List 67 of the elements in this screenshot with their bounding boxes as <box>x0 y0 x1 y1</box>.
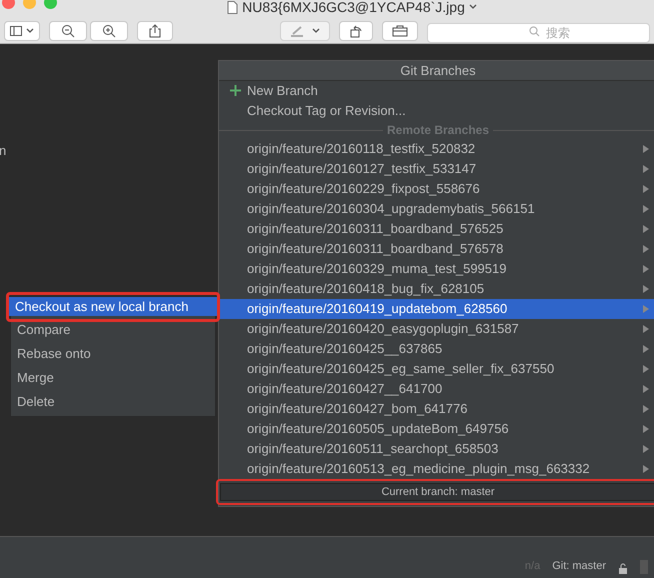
menu-item[interactable]: Delete <box>11 392 215 411</box>
branch-item[interactable]: origin/feature/20160419_updatebom_628560 <box>219 299 654 319</box>
branch-item[interactable]: origin/feature/20160513_eg_medicine_plugin_msg_663332 <box>219 459 654 479</box>
branch-item[interactable]: origin/feature/20160329_muma_test_599519 <box>219 259 654 279</box>
chevron-icon <box>312 28 320 34</box>
branch-item[interactable]: origin/feature/20160304_upgrademybatis_566151 <box>219 199 654 219</box>
sidebar-button[interactable] <box>4 21 40 41</box>
submenu-arrow-icon <box>643 445 649 453</box>
submenu-arrow-icon <box>643 185 649 193</box>
sidebar-icon <box>10 26 22 36</box>
branch-item[interactable]: origin/feature/20160229_fixpost_558676 <box>219 179 654 199</box>
menu-item[interactable]: Rebase onto <box>11 344 215 363</box>
submenu-arrow-icon <box>643 405 649 413</box>
branch-item[interactable]: origin/feature/20160118_testfix_520832 <box>219 139 654 159</box>
zoom-out-button[interactable] <box>49 21 87 41</box>
menu-item[interactable]: Merge <box>11 368 215 387</box>
popup-title: Git Branches <box>219 61 654 81</box>
editor-text: n <box>0 142 6 160</box>
share-button[interactable] <box>137 21 173 41</box>
submenu-arrow-icon <box>643 165 649 173</box>
submenu-arrow-icon <box>643 465 649 473</box>
pen-icon <box>290 25 304 37</box>
branch-item[interactable]: origin/feature/20160127_testfix_533147 <box>219 159 654 179</box>
toolbox-icon <box>392 25 408 37</box>
submenu-arrow-icon <box>643 365 649 373</box>
branch-item[interactable]: origin/feature/20160420_easygoplugin_631587 <box>219 319 654 339</box>
zoom-out-icon <box>61 24 75 38</box>
branch-item[interactable]: origin/feature/20160311_boardband_576578 <box>219 239 654 259</box>
branch-item[interactable]: origin/feature/20160511_searchopt_658503 <box>219 439 654 459</box>
branch-item[interactable]: origin/feature/20160427_bom_641776 <box>219 399 654 419</box>
lock-icon[interactable] <box>618 563 628 574</box>
submenu-arrow-icon <box>643 265 649 273</box>
menu-item[interactable]: Checkout as new local branch <box>9 297 217 316</box>
status-item[interactable]: Git: master <box>552 558 606 574</box>
submenu-arrow-icon <box>643 345 649 353</box>
submenu-arrow-icon <box>643 145 649 153</box>
branch-item[interactable]: origin/feature/20160425__637865 <box>219 339 654 359</box>
branch-item[interactable]: origin/feature/20160311_boardband_576525 <box>219 219 654 239</box>
share-icon <box>149 24 161 38</box>
zoom-in-button[interactable] <box>90 21 128 41</box>
branch-item[interactable]: origin/feature/20160425_eg_same_seller_fix_637550 <box>219 359 654 379</box>
search-icon <box>529 26 540 37</box>
zoom-in-icon <box>102 24 116 38</box>
submenu-arrow-icon <box>643 425 649 433</box>
submenu-arrow-icon <box>643 225 649 233</box>
search-field[interactable]: 搜索 <box>427 23 650 43</box>
window-title: NU83{6MXJ6GC3@1YCAP48`J.jpg <box>242 0 465 17</box>
branch-item[interactable]: origin/feature/20160505_updateBom_649756 <box>219 419 654 439</box>
menu-item[interactable]: Compare <box>11 320 215 339</box>
plus-icon <box>230 85 241 96</box>
submenu-arrow-icon <box>643 305 649 313</box>
submenu-arrow-icon <box>643 385 649 393</box>
toolbox-button[interactable] <box>382 21 418 41</box>
menu-item[interactable]: Checkout Tag or Revision... <box>219 101 654 121</box>
submenu-arrow-icon <box>643 205 649 213</box>
submenu-arrow-icon <box>643 325 649 333</box>
rotate-icon <box>349 24 363 38</box>
rotate-button[interactable] <box>339 21 373 41</box>
file-icon <box>227 0 238 14</box>
chevron-icon <box>26 28 34 34</box>
submenu-arrow-icon <box>643 245 649 253</box>
chevron-icon <box>468 4 477 10</box>
current-branch-label: Current branch: master <box>220 483 654 501</box>
branch-item[interactable]: origin/feature/20160427__641700 <box>219 379 654 399</box>
submenu-arrow-icon <box>643 285 649 293</box>
branch-item[interactable]: origin/feature/20160418_bug_fix_628105 <box>219 279 654 299</box>
menu-item[interactable]: New Branch <box>219 81 654 101</box>
